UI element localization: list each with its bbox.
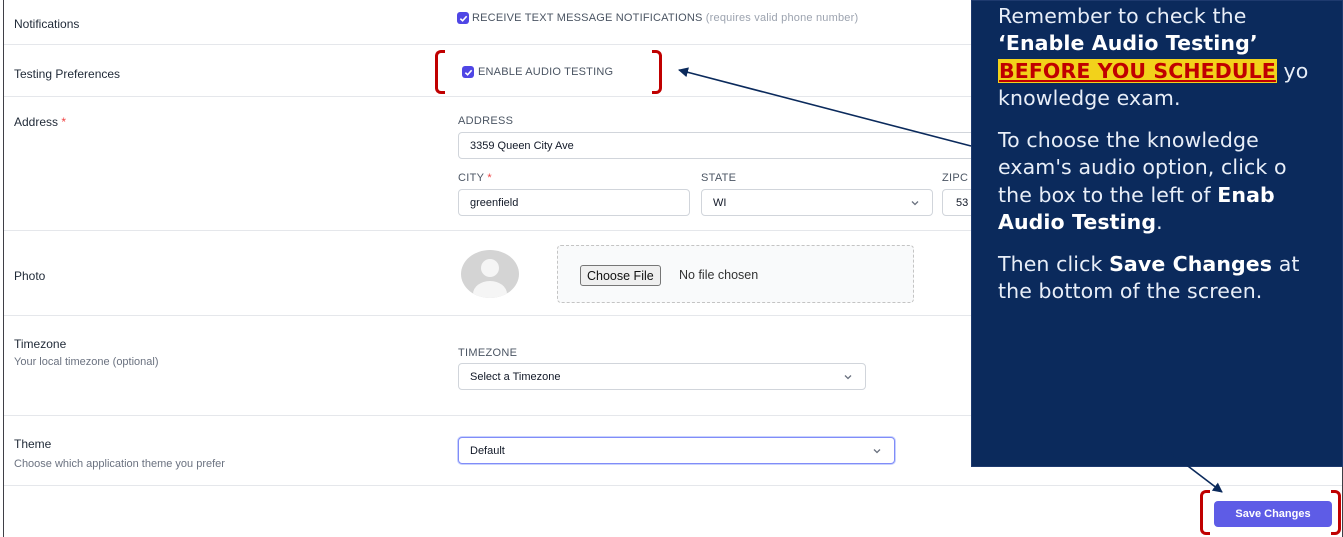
arrow-to-audio-checkbox [678, 67, 972, 147]
annotation-arrows [678, 67, 1223, 493]
arrow-to-save-button [1154, 440, 1223, 493]
